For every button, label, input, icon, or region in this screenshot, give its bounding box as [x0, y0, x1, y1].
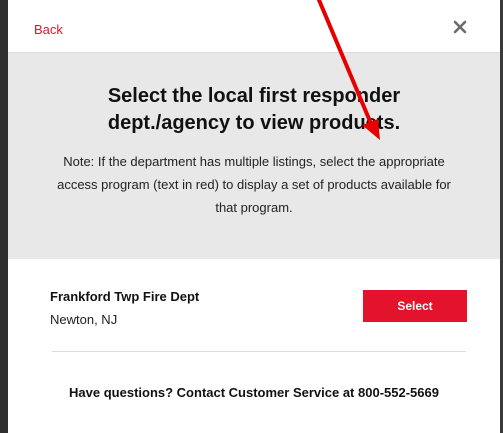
divider [52, 351, 466, 352]
modal-header: Back [8, 0, 500, 53]
back-link[interactable]: Back [34, 22, 63, 37]
department-location: Newton, NJ [50, 312, 118, 327]
select-button[interactable]: Select [363, 290, 467, 322]
list-item: Frankford Twp Fire Dept Newton, NJ Selec… [8, 259, 500, 351]
customer-service-text: Have questions? Contact Customer Service… [69, 385, 439, 400]
department-name: Frankford Twp Fire Dept [50, 289, 200, 304]
instructions-note: Note: If the department has multiple lis… [57, 154, 451, 215]
background-overlay-left [0, 0, 8, 433]
instructions-title: Select the local first responder dept./a… [107, 85, 401, 134]
instructions-panel: Select the local first responder dept./a… [8, 53, 500, 259]
close-icon [453, 20, 467, 34]
agency-select-modal: Back Select the local first responder de… [8, 0, 500, 433]
screen: Back Select the local first responder de… [0, 0, 503, 433]
close-button[interactable] [450, 17, 470, 37]
